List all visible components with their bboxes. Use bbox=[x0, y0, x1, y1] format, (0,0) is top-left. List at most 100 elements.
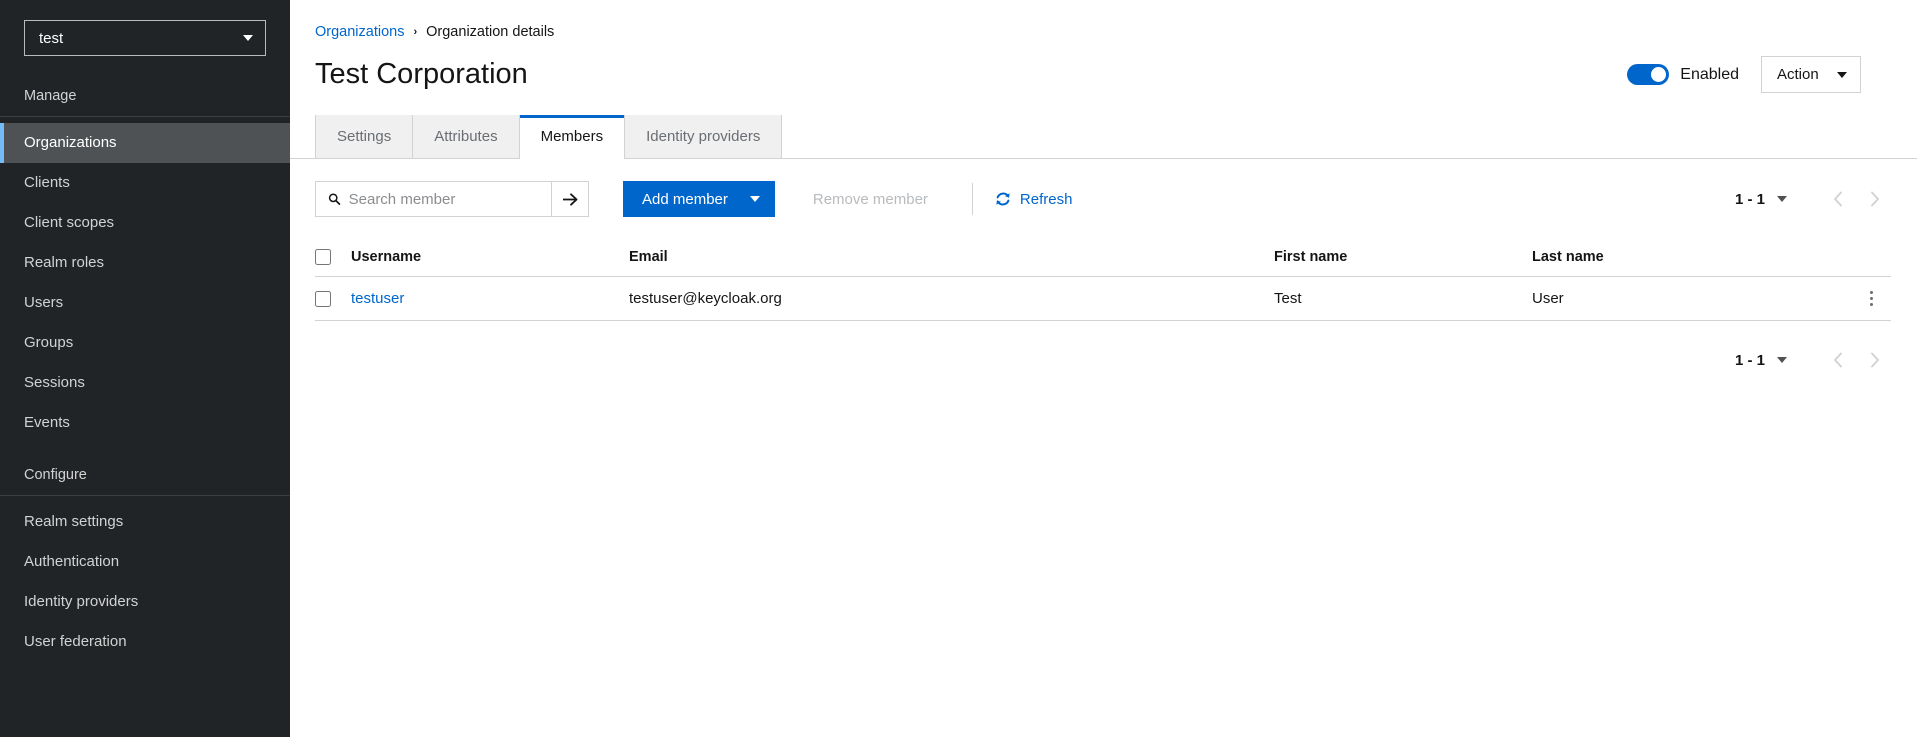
sidebar-item-label: Authentication bbox=[24, 553, 119, 570]
tab-attributes[interactable]: Attributes bbox=[413, 115, 519, 158]
pagination-next-button[interactable] bbox=[1857, 182, 1891, 216]
sidebar-item-label: Realm roles bbox=[24, 254, 104, 271]
sidebar-item-client-scopes[interactable]: Client scopes bbox=[0, 203, 290, 243]
add-member-button[interactable]: Add member bbox=[623, 181, 775, 217]
chevron-left-icon bbox=[1833, 191, 1844, 207]
search-input[interactable] bbox=[349, 191, 539, 208]
refresh-button[interactable]: Refresh bbox=[995, 191, 1073, 208]
sidebar-item-realm-roles[interactable]: Realm roles bbox=[0, 243, 290, 283]
row-select-checkbox[interactable] bbox=[315, 291, 331, 307]
kebab-menu-icon[interactable] bbox=[1862, 287, 1881, 310]
action-menu-label: Action bbox=[1777, 66, 1819, 83]
arrow-right-icon bbox=[562, 192, 579, 207]
tab-label: Identity providers bbox=[646, 128, 760, 145]
sidebar-item-label: Users bbox=[24, 294, 63, 311]
pagination-per-page-chevron-down-icon[interactable] bbox=[1777, 196, 1787, 202]
title-row: Test Corporation Enabled Action bbox=[315, 56, 1887, 93]
realm-selector-label: test bbox=[39, 31, 63, 46]
sidebar-item-label: Client scopes bbox=[24, 214, 114, 231]
title-actions: Enabled Action bbox=[1627, 56, 1861, 93]
sidebar-item-sessions[interactable]: Sessions bbox=[0, 363, 290, 403]
sidebar-item-label: Groups bbox=[24, 334, 73, 351]
add-member-label: Add member bbox=[642, 191, 728, 208]
action-menu-button[interactable]: Action bbox=[1761, 56, 1861, 93]
sidebar-item-realm-settings[interactable]: Realm settings bbox=[0, 502, 290, 542]
breadcrumb-separator-icon: › bbox=[413, 27, 417, 38]
realm-selector[interactable]: test bbox=[24, 20, 266, 56]
select-all-cell bbox=[315, 249, 351, 265]
chevron-left-icon bbox=[1833, 352, 1844, 368]
pagination-bottom: 1 - 1 bbox=[1735, 343, 1891, 377]
app-root: test Manage Organizations Clients Client… bbox=[0, 0, 1917, 737]
tab-members[interactable]: Members bbox=[520, 115, 626, 159]
sidebar-item-label: Events bbox=[24, 414, 70, 431]
tab-settings[interactable]: Settings bbox=[315, 115, 413, 158]
sidebar-item-clients[interactable]: Clients bbox=[0, 163, 290, 203]
pagination-prev-button[interactable] bbox=[1821, 343, 1855, 377]
members-table: Username Email First name Last name test… bbox=[290, 237, 1917, 321]
cell-email: testuser@keycloak.org bbox=[629, 290, 1274, 307]
table-row: testuser testuser@keycloak.org Test User bbox=[315, 277, 1891, 321]
toggle-knob bbox=[1651, 67, 1666, 82]
sidebar-item-label: Sessions bbox=[24, 374, 85, 391]
pagination-count: 1 - 1 bbox=[1735, 191, 1765, 208]
members-toolbar: Add member Remove member Refresh 1 - 1 bbox=[290, 159, 1917, 237]
breadcrumb: Organizations › Organization details bbox=[315, 24, 1887, 40]
search-box bbox=[315, 181, 551, 217]
sidebar-item-events[interactable]: Events bbox=[0, 403, 290, 443]
page-header: Organizations › Organization details Tes… bbox=[290, 0, 1917, 93]
main-content: Organizations › Organization details Tes… bbox=[290, 0, 1917, 737]
chevron-right-icon bbox=[1869, 191, 1880, 207]
sidebar-item-organizations[interactable]: Organizations bbox=[0, 123, 290, 163]
search-submit-button[interactable] bbox=[551, 181, 589, 217]
select-all-checkbox[interactable] bbox=[315, 249, 331, 265]
sidebar-item-label: Realm settings bbox=[24, 513, 123, 530]
tab-label: Members bbox=[541, 128, 604, 145]
enabled-toggle[interactable] bbox=[1627, 64, 1669, 85]
nav-heading-configure: Configure bbox=[0, 457, 290, 496]
sidebar-item-users[interactable]: Users bbox=[0, 283, 290, 323]
pagination-top: 1 - 1 bbox=[1735, 182, 1891, 216]
sidebar-item-groups[interactable]: Groups bbox=[0, 323, 290, 363]
sidebar-item-label: Clients bbox=[24, 174, 70, 191]
nav-heading-manage: Manage bbox=[0, 78, 290, 117]
tab-identity-providers[interactable]: Identity providers bbox=[625, 115, 782, 158]
sidebar-item-label: Organizations bbox=[24, 134, 117, 151]
cell-first-name: Test bbox=[1274, 290, 1532, 307]
kebab-dot bbox=[1870, 297, 1873, 300]
sidebar-item-label: User federation bbox=[24, 633, 127, 650]
cell-username: testuser bbox=[351, 290, 629, 307]
breadcrumb-link-organizations[interactable]: Organizations bbox=[315, 24, 404, 40]
refresh-label: Refresh bbox=[1020, 191, 1073, 208]
nav-section-manage: Manage Organizations Clients Client scop… bbox=[0, 78, 290, 443]
tab-bar: Settings Attributes Members Identity pro… bbox=[290, 115, 1917, 159]
search-icon bbox=[328, 192, 341, 206]
page-title: Test Corporation bbox=[315, 57, 528, 92]
pagination-next-button[interactable] bbox=[1857, 343, 1891, 377]
realm-selector-wrap: test bbox=[0, 0, 290, 78]
chevron-down-icon bbox=[243, 35, 253, 41]
pagination-prev-button[interactable] bbox=[1821, 182, 1855, 216]
table-header-row: Username Email First name Last name bbox=[315, 237, 1891, 277]
sidebar-item-identity-providers[interactable]: Identity providers bbox=[0, 582, 290, 622]
sidebar: test Manage Organizations Clients Client… bbox=[0, 0, 290, 737]
search-group bbox=[315, 181, 589, 217]
pagination-bottom-wrap: 1 - 1 bbox=[290, 321, 1917, 377]
chevron-down-icon bbox=[750, 196, 760, 202]
sidebar-item-authentication[interactable]: Authentication bbox=[0, 542, 290, 582]
pagination-per-page-chevron-down-icon[interactable] bbox=[1777, 357, 1787, 363]
username-link[interactable]: testuser bbox=[351, 290, 404, 307]
remove-member-label: Remove member bbox=[813, 191, 928, 208]
row-select-cell bbox=[315, 291, 351, 307]
refresh-icon bbox=[995, 191, 1011, 207]
chevron-down-icon bbox=[1837, 72, 1847, 78]
nav-section-configure: Configure Realm settings Authentication … bbox=[0, 443, 290, 662]
column-header-first-name: First name bbox=[1274, 249, 1532, 265]
chevron-right-icon bbox=[1869, 352, 1880, 368]
pagination-count: 1 - 1 bbox=[1735, 352, 1765, 369]
sidebar-item-user-federation[interactable]: User federation bbox=[0, 622, 290, 662]
column-header-last-name: Last name bbox=[1532, 249, 1851, 265]
kebab-dot bbox=[1870, 291, 1873, 294]
remove-member-button[interactable]: Remove member bbox=[797, 181, 944, 217]
sidebar-item-label: Identity providers bbox=[24, 593, 138, 610]
